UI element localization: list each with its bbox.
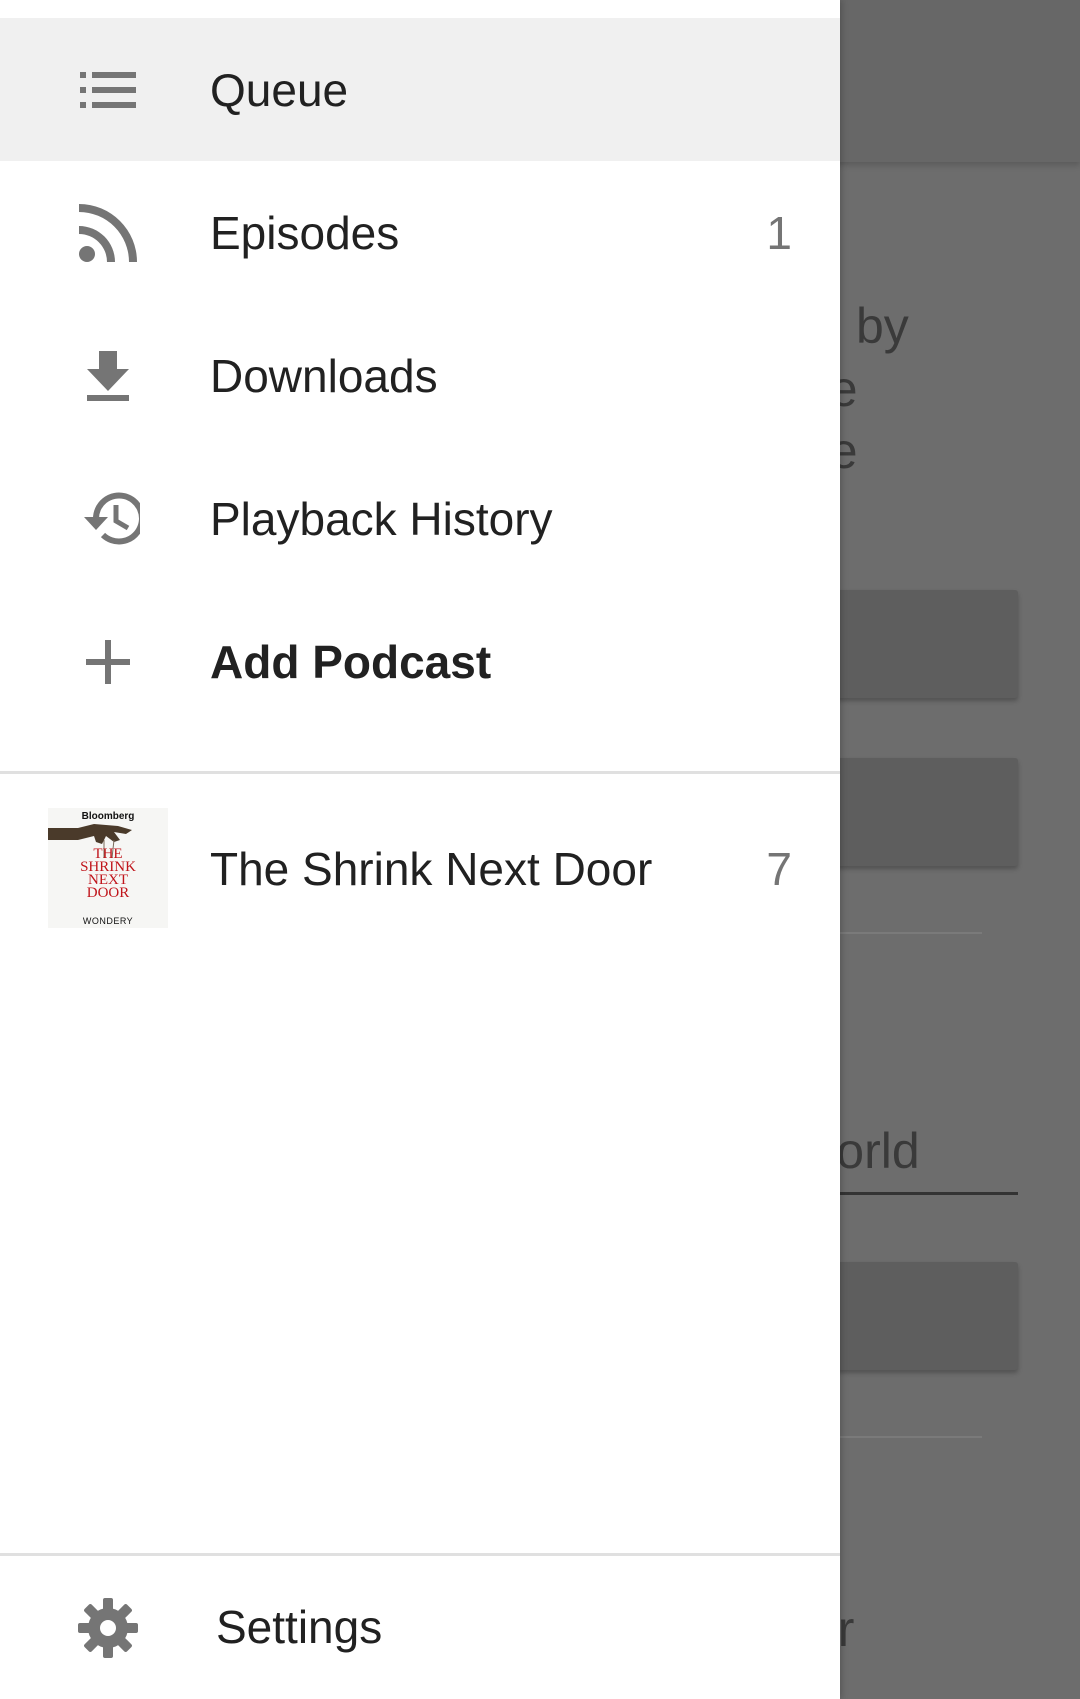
podcast-artwork: Bloomberg THE SHRINK NEXT DOOR WONDERY <box>48 808 168 928</box>
queue-list-icon <box>76 58 140 122</box>
nav-item-label: Playback History <box>210 492 553 545</box>
episodes-count-badge: 1 <box>766 206 792 259</box>
gear-icon <box>76 1596 140 1660</box>
nav-item-label: Episodes <box>210 206 400 259</box>
nav-item-playback-history[interactable]: Playback History <box>0 447 840 590</box>
nav-item-queue[interactable]: Queue <box>0 18 840 161</box>
nav-item-episodes[interactable]: Episodes 1 <box>0 161 840 304</box>
background-text-fragment: by <box>856 298 909 354</box>
podcast-item-the-shrink-next-door[interactable]: Bloomberg THE SHRINK NEXT DOOR WONDERY T… <box>0 774 840 964</box>
status-bar-gap <box>0 0 840 18</box>
nav-item-label: Add Podcast <box>210 635 492 688</box>
navigation-drawer: Queue Episodes 1 Downloads Playback Hist… <box>0 0 840 1699</box>
history-icon <box>76 487 140 551</box>
podcast-title: The Shrink Next Door <box>210 843 653 895</box>
nav-item-downloads[interactable]: Downloads <box>0 304 840 447</box>
download-icon <box>76 344 140 408</box>
nav-item-add-podcast[interactable]: Add Podcast <box>0 590 840 733</box>
podcast-art-title: THE SHRINK NEXT DOOR <box>80 846 136 901</box>
rss-feed-icon <box>76 201 140 265</box>
settings-label: Settings <box>216 1601 383 1653</box>
nav-item-label: Queue <box>210 63 349 116</box>
plus-icon <box>76 630 140 694</box>
nav-item-label: Downloads <box>210 349 438 402</box>
podcast-art-brand: Bloomberg <box>81 811 135 822</box>
podcast-episode-count: 7 <box>766 843 792 895</box>
settings-button[interactable]: Settings <box>0 1553 840 1699</box>
podcast-art-footer: WONDERY <box>82 916 134 926</box>
